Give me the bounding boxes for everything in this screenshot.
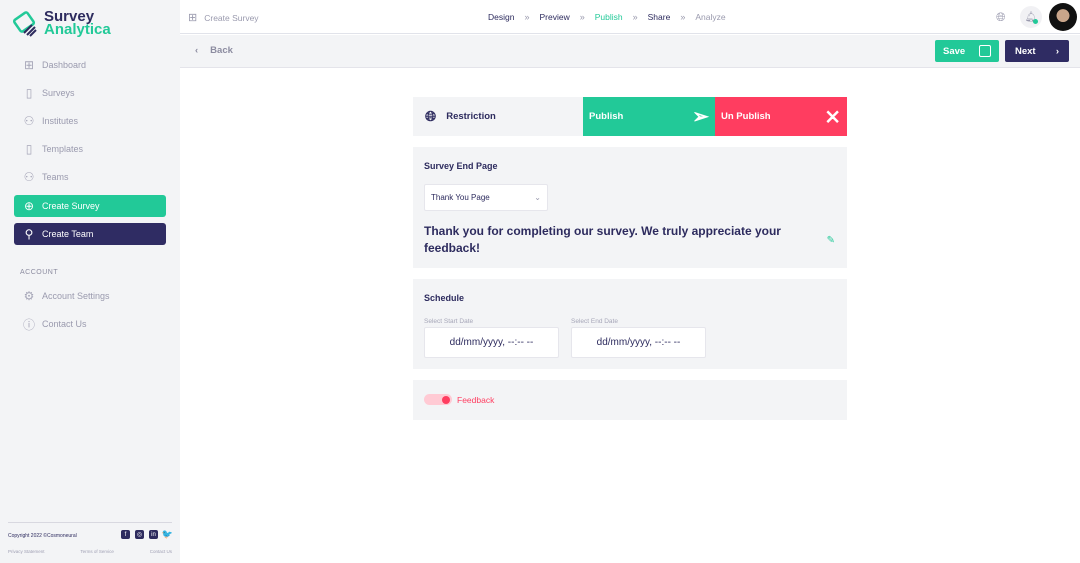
floppy-icon xyxy=(979,45,991,57)
logo[interactable]: Survey Analytica xyxy=(12,9,111,38)
sidebar-item-teams[interactable]: ⚇ Teams xyxy=(14,166,166,188)
button-label: Create Survey xyxy=(42,201,100,211)
next-button[interactable]: Next › xyxy=(1005,40,1069,62)
nav-label: Account Settings xyxy=(42,291,110,301)
nav-label: Dashboard xyxy=(42,60,87,70)
feedback-label: Feedback xyxy=(457,395,495,405)
schedule-section: Schedule Select Start Date Select End Da… xyxy=(413,279,847,369)
chevron-left-icon: ‹ xyxy=(195,45,199,56)
toggle-knob xyxy=(442,395,450,404)
breadcrumb: ⊞ Create Survey xyxy=(188,11,259,24)
copyright: Copyright 2022 ©Cosmoneural xyxy=(8,533,77,539)
notification-dot xyxy=(1033,19,1038,24)
brand-line2: Analytica xyxy=(44,21,111,38)
back-button[interactable]: ‹ Back xyxy=(195,45,233,56)
document-icon: ▯ xyxy=(25,142,33,156)
tab-label: Publish xyxy=(589,111,624,122)
step-publish[interactable]: Publish xyxy=(595,12,623,22)
top-bar: ⊞ Create Survey Design » Preview » Publish »… xyxy=(180,0,1080,34)
breadcrumb-label: Create Survey xyxy=(204,12,259,23)
contact-link[interactable]: Contact Us xyxy=(150,549,172,554)
sidebar-item-account-settings[interactable]: ⚙ Account Settings xyxy=(14,285,166,307)
sidebar-item-contact-us[interactable]: ⓘ Contact Us xyxy=(14,313,166,335)
nav-label: Institutes xyxy=(42,116,79,126)
privacy-link[interactable]: Privacy Statement xyxy=(8,549,45,554)
sidebar: Survey Analytica ⊞ Dashboard ▯ Surveys ⚇ Ins… xyxy=(0,0,180,563)
users-icon: ⚇ xyxy=(23,114,35,128)
section-title: Schedule xyxy=(424,293,465,303)
chevrons-icon: » xyxy=(632,12,638,22)
save-label: Save xyxy=(943,45,966,57)
action-bar: ‹ Back Save Next › xyxy=(180,35,1080,68)
publish-tabs: 🌐︎ Restriction Publish ➢ Un Publish ⨯ xyxy=(413,97,847,136)
select-value: Thank You Page xyxy=(431,193,490,202)
nav-label: Templates xyxy=(42,144,84,154)
twitter-icon[interactable]: 🐦 xyxy=(162,529,173,539)
start-date-label: Select Start Date xyxy=(424,318,474,325)
save-button[interactable]: Save xyxy=(935,40,999,62)
end-date-label: Select End Date xyxy=(571,318,618,325)
start-date-input[interactable]: dd/mm/yyyy, --:-- -- xyxy=(424,327,559,358)
add-document-icon: ⊞ xyxy=(188,12,198,24)
sidebar-item-institutes[interactable]: ⚇ Institutes xyxy=(14,110,166,132)
paper-plane-off-icon: ⨯ xyxy=(824,106,841,128)
feedback-section: Feedback xyxy=(413,380,847,420)
notification-button[interactable]: 🔔︎ xyxy=(1020,6,1042,28)
facebook-icon[interactable]: f xyxy=(121,530,130,539)
logo-icon xyxy=(12,10,37,37)
chevrons-icon: » xyxy=(524,12,530,22)
end-page-select[interactable]: Thank You Page ⌄ xyxy=(424,184,548,211)
end-date-input[interactable]: dd/mm/yyyy, --:-- -- xyxy=(571,327,706,358)
instagram-icon[interactable]: ◎ xyxy=(135,530,144,539)
nav-label: Surveys xyxy=(42,88,75,98)
date-value: dd/mm/yyyy, --:-- -- xyxy=(449,337,534,348)
create-team-button[interactable]: ⚲ Create Team xyxy=(14,223,166,245)
create-survey-button[interactable]: ⊕ Create Survey xyxy=(14,195,166,217)
tab-restriction[interactable]: 🌐︎ Restriction xyxy=(413,97,583,136)
tab-label: Un Publish xyxy=(721,111,771,122)
document-icon: ▯ xyxy=(25,86,33,100)
add-document-icon: ⊕ xyxy=(23,199,35,213)
chevron-down-icon: ⌄ xyxy=(534,193,541,202)
chevrons-icon: » xyxy=(579,12,585,22)
step-analyze[interactable]: Analyze xyxy=(695,12,725,22)
account-heading: ACCOUNT xyxy=(20,269,59,276)
end-page-message: Thank you for completing our survey. We … xyxy=(424,224,781,255)
section-title: Survey End Page xyxy=(424,161,498,171)
sidebar-item-surveys[interactable]: ▯ Surveys xyxy=(14,82,166,104)
step-design[interactable]: Design xyxy=(488,12,514,22)
avatar[interactable] xyxy=(1049,3,1077,31)
tab-label: Restriction xyxy=(446,111,496,122)
paper-plane-icon: ➢ xyxy=(692,106,709,128)
pencil-icon[interactable]: ✎ xyxy=(827,235,835,246)
end-page-section: Survey End Page Thank You Page ⌄ Thank yo… xyxy=(413,147,847,268)
button-label: Create Team xyxy=(42,229,94,239)
tab-unpublish[interactable]: Un Publish ⨯ xyxy=(715,97,847,136)
tab-publish[interactable]: Publish ➢ xyxy=(583,97,715,136)
nav-label: Teams xyxy=(42,172,69,182)
chevrons-icon: » xyxy=(680,12,686,22)
nav-label: Contact Us xyxy=(42,319,87,329)
step-preview[interactable]: Preview xyxy=(539,12,569,22)
globe-icon[interactable]: 🌐︎ xyxy=(996,10,1006,25)
help-icon: ⓘ xyxy=(22,317,35,332)
chevron-right-icon: › xyxy=(1055,45,1059,57)
sidebar-footer: Copyright 2022 ©Cosmoneural f ◎ in 🐦 Privac… xyxy=(8,522,173,554)
step-nav: Design » Preview » Publish » Share » Analyze xyxy=(488,12,726,22)
step-share[interactable]: Share xyxy=(648,12,671,22)
sidebar-item-dashboard[interactable]: ⊞ Dashboard xyxy=(14,54,166,76)
users-icon: ⚇ xyxy=(23,170,35,184)
back-label: Back xyxy=(210,45,233,56)
terms-link[interactable]: Terms of Service xyxy=(80,549,114,554)
feedback-toggle[interactable] xyxy=(424,394,452,405)
linkedin-icon[interactable]: in xyxy=(149,530,158,539)
next-label: Next xyxy=(1015,45,1036,57)
add-user-icon: ⚲ xyxy=(24,227,34,241)
date-value: dd/mm/yyyy, --:-- -- xyxy=(596,337,681,348)
grid-icon: ⊞ xyxy=(23,58,35,72)
gear-icon: ⚙ xyxy=(23,289,35,303)
globe-lock-icon: 🌐︎ xyxy=(425,108,437,124)
sidebar-item-templates[interactable]: ▯ Templates xyxy=(14,138,166,160)
